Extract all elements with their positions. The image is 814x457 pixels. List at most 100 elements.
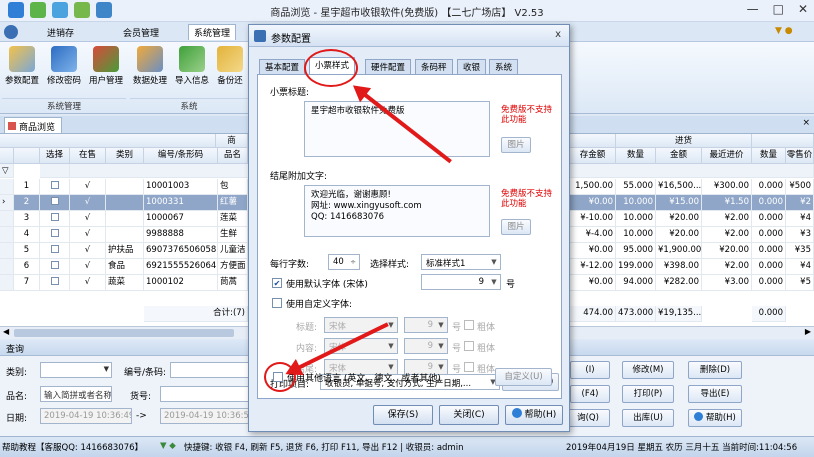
- grid-cell[interactable]: ¥20.00: [656, 227, 702, 243]
- col-category[interactable]: 类别: [106, 148, 144, 164]
- col-qty2[interactable]: 数量: [752, 148, 786, 164]
- default-font-size-select[interactable]: 9 ▼: [421, 274, 501, 290]
- grid-cell[interactable]: ¥2.00: [702, 211, 752, 227]
- user-management-button[interactable]: 用户管理: [86, 46, 126, 86]
- new-button[interactable]: (I): [570, 361, 610, 379]
- grid-cell[interactable]: ¥500: [786, 179, 814, 195]
- row-select-checkbox[interactable]: [40, 259, 70, 275]
- grid-cell[interactable]: 1000102: [144, 275, 218, 291]
- bold-checkbox[interactable]: [464, 362, 474, 372]
- grid-cell[interactable]: 9988888: [144, 227, 218, 243]
- grid-cell[interactable]: ¥3.00: [702, 275, 752, 291]
- image-button-2[interactable]: 图片: [501, 219, 531, 235]
- grid-cell[interactable]: 4: [14, 227, 40, 243]
- grid-cell[interactable]: 7: [14, 275, 40, 291]
- footer-text-textarea[interactable]: 欢迎光临，谢谢惠顾! 网址: www.xingyusoft.com QQ: 14…: [304, 185, 490, 237]
- grid-cell[interactable]: 0.000: [752, 275, 786, 291]
- tab-goods-browse[interactable]: 商品浏览: [4, 117, 63, 133]
- param-config-button[interactable]: 参数配置: [2, 46, 42, 86]
- goods-no-input[interactable]: [160, 386, 250, 402]
- close-button[interactable]: 关闭(C): [439, 405, 499, 425]
- search-button[interactable]: 询(Q): [566, 409, 610, 427]
- maximize-button[interactable]: □: [773, 2, 784, 16]
- row-indicator[interactable]: [0, 275, 14, 291]
- col-last-price[interactable]: 最近进价: [702, 148, 752, 164]
- font-size-select[interactable]: 9 ▼: [404, 317, 448, 333]
- row-select-checkbox[interactable]: [40, 195, 70, 211]
- grid-cell[interactable]: ¥-12.00: [570, 259, 616, 275]
- grid-cell[interactable]: 生鲜: [218, 227, 248, 243]
- grid-cell[interactable]: 6921555526064: [144, 259, 218, 275]
- bold-checkbox[interactable]: [464, 320, 474, 330]
- grid-cell[interactable]: 食品: [106, 259, 144, 275]
- chars-per-line-stepper[interactable]: 40 ÷: [328, 254, 360, 270]
- grid-cell[interactable]: 方便面: [218, 259, 248, 275]
- ribbon-options-icon[interactable]: ▼ ●: [770, 25, 798, 37]
- dialog-help-button[interactable]: 帮助(H): [505, 405, 563, 425]
- receipt-title-textarea[interactable]: 星宇超市收银软件免费版: [304, 101, 490, 157]
- col-money[interactable]: 金额: [656, 148, 702, 164]
- close-window-button[interactable]: ✕: [798, 2, 808, 16]
- category-select[interactable]: ▼: [40, 362, 112, 378]
- grid-cell[interactable]: 6907376506058: [144, 243, 218, 259]
- grid-cell[interactable]: 2: [14, 195, 40, 211]
- font-size-select[interactable]: 9 ▼: [404, 338, 448, 354]
- date-from-input[interactable]: 2019-04-19 10:36:49: [40, 408, 132, 424]
- tab-basic-config[interactable]: 基本配置: [259, 59, 306, 74]
- col-code[interactable]: 编号/条形码: [144, 148, 218, 164]
- grid-cell[interactable]: 10001003: [144, 179, 218, 195]
- dialog-close-icon[interactable]: x: [555, 29, 561, 40]
- grid-cell[interactable]: ¥0.00: [570, 243, 616, 259]
- grid-cell[interactable]: [106, 227, 144, 243]
- filter-icon[interactable]: ▽: [0, 164, 14, 178]
- grid-cell[interactable]: 3: [14, 211, 40, 227]
- tab-hardware-config[interactable]: 硬件配置: [365, 59, 412, 74]
- grid-cell[interactable]: ¥35: [786, 243, 814, 259]
- grid-cell[interactable]: 1,500.00: [570, 179, 616, 195]
- grid-cell[interactable]: ¥-10.00: [570, 211, 616, 227]
- grid-cell[interactable]: ¥4: [786, 211, 814, 227]
- grid-cell[interactable]: ¥0.00: [570, 275, 616, 291]
- row-indicator[interactable]: [0, 259, 14, 275]
- custom-font-checkbox[interactable]: [272, 298, 282, 308]
- row-select-checkbox[interactable]: [40, 211, 70, 227]
- row-select-checkbox[interactable]: [40, 179, 70, 195]
- grid-cell[interactable]: ¥20.00: [702, 243, 752, 259]
- checkout-button[interactable]: (F4): [570, 385, 610, 403]
- grid-cell[interactable]: 0.000: [752, 259, 786, 275]
- grid-cell[interactable]: [106, 179, 144, 195]
- grid-cell[interactable]: ¥2: [786, 195, 814, 211]
- grid-cell[interactable]: 儿童洁: [218, 243, 248, 259]
- grid-cell[interactable]: 6: [14, 259, 40, 275]
- grid-cell[interactable]: 94.000: [616, 275, 656, 291]
- grid-cell[interactable]: ¥2.00: [702, 227, 752, 243]
- close-tab-icon[interactable]: ×: [802, 118, 810, 128]
- save-button[interactable]: 保存(S): [373, 405, 433, 425]
- menu-inventory[interactable]: 进销存: [42, 25, 79, 40]
- row-select-checkbox[interactable]: [40, 227, 70, 243]
- grid-cell[interactable]: 蔬菜: [106, 275, 144, 291]
- tab-checkout[interactable]: 收银: [457, 59, 487, 74]
- grid-cell[interactable]: ¥0.00: [570, 195, 616, 211]
- name-input[interactable]: 输入简拼或者名称: [40, 386, 112, 402]
- grid-cell[interactable]: 0.000: [752, 211, 786, 227]
- grid-cell[interactable]: 95.000: [616, 243, 656, 259]
- grid-cell[interactable]: √: [70, 179, 106, 195]
- col-onsale[interactable]: 在售: [70, 148, 106, 164]
- grid-cell[interactable]: 莲菜: [218, 211, 248, 227]
- grid-cell[interactable]: 199.000: [616, 259, 656, 275]
- grid-cell[interactable]: 0.000: [752, 179, 786, 195]
- row-select-checkbox[interactable]: [40, 243, 70, 259]
- app-menu-orb-icon[interactable]: [4, 25, 18, 39]
- grid-cell[interactable]: 5: [14, 243, 40, 259]
- col-select[interactable]: 选择: [40, 148, 70, 164]
- custom-button[interactable]: 自定义(U): [495, 368, 552, 386]
- grid-cell[interactable]: ¥282.00: [656, 275, 702, 291]
- row-indicator[interactable]: [0, 227, 14, 243]
- stepper-icon[interactable]: ÷: [347, 255, 359, 269]
- scroll-left-icon[interactable]: ◀: [3, 327, 9, 336]
- grid-cell[interactable]: 护扶品: [106, 243, 144, 259]
- grid-cell[interactable]: [106, 195, 144, 211]
- tab-system[interactable]: 系统: [489, 59, 519, 74]
- date-to-input[interactable]: 2019-04-19 10:36:5: [160, 408, 250, 424]
